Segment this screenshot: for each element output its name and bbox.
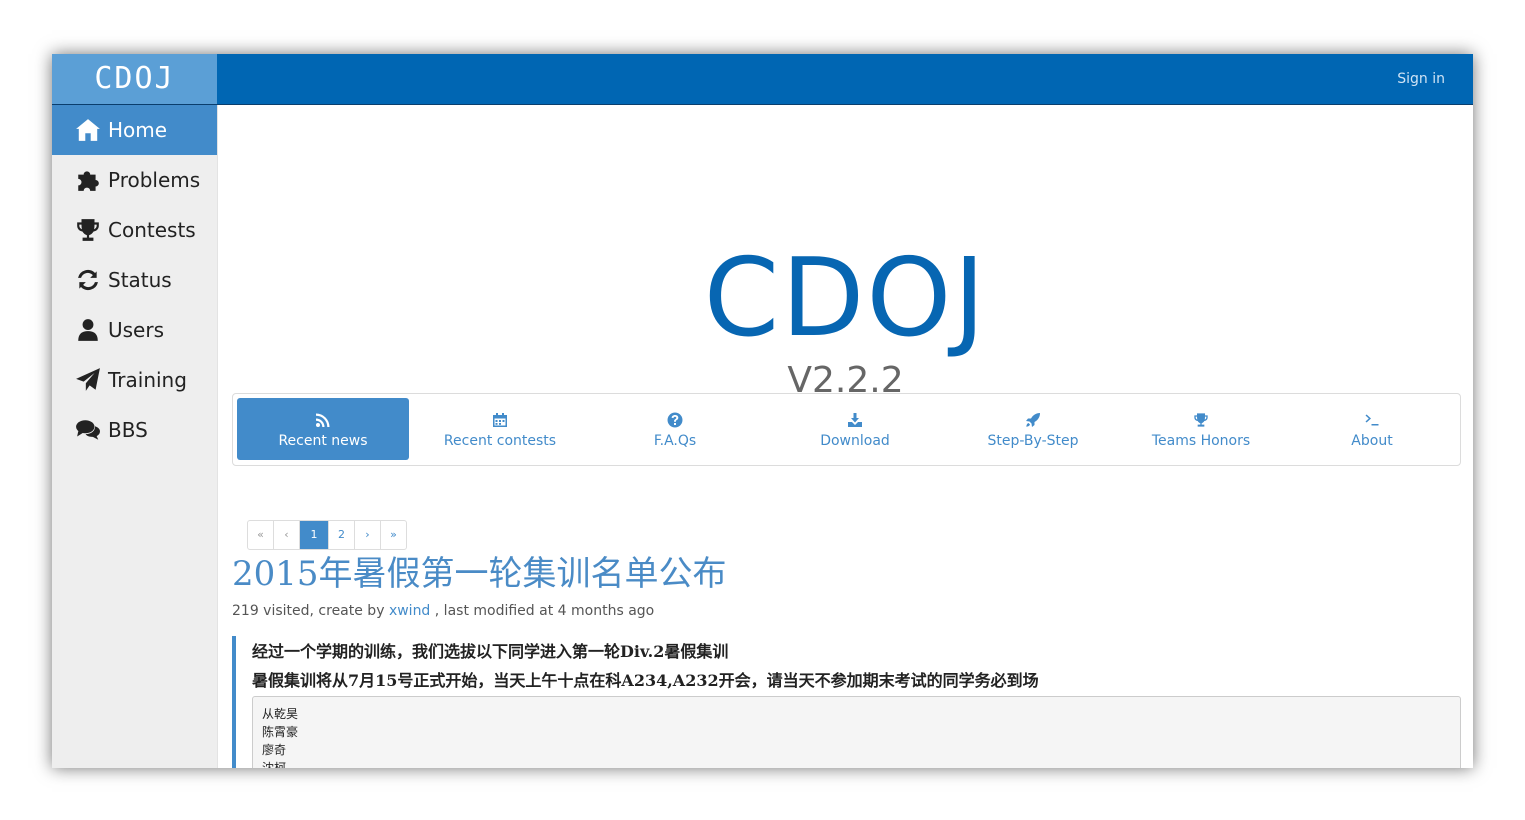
sidebar-item-label: Status	[108, 268, 172, 292]
post-meta-prefix: 219 visited, create by	[232, 603, 385, 619]
sidebar-item-training[interactable]: Training	[52, 355, 217, 405]
sidebar-item-users[interactable]: Users	[52, 305, 217, 355]
tab-faqs[interactable]: F.A.Qs	[589, 398, 761, 460]
tab-recent-contests[interactable]: Recent contests	[414, 398, 586, 460]
tab-step-by-step[interactable]: Step-By-Step	[947, 398, 1119, 460]
tab-label: Download	[820, 432, 890, 449]
name-list-item: 陈霄豪	[262, 725, 299, 739]
sidebar-item-contests[interactable]: Contests	[52, 205, 217, 255]
sidebar-item-problems[interactable]: Problems	[52, 155, 217, 205]
tab-label: About	[1351, 432, 1393, 449]
sidebar-item-label: BBS	[108, 418, 148, 442]
tab-label: F.A.Qs	[653, 432, 697, 449]
pagination-page-2[interactable]: 2	[329, 521, 355, 549]
tab-teams-honors[interactable]: Teams Honors	[1115, 398, 1287, 460]
sidebar-item-home[interactable]: Home	[52, 105, 217, 155]
post-body: 经过一个学期的训练，我们选拔以下同学进入第一轮Div.2暑假集训 暑假集训将从7…	[232, 636, 1463, 768]
post-author-link[interactable]: xwind	[389, 603, 430, 619]
sidebar-item-label: Training	[108, 368, 187, 392]
user-icon	[74, 316, 102, 344]
pagination-first[interactable]: «	[248, 521, 274, 549]
pagination-prev[interactable]: ‹	[274, 521, 300, 549]
post-meta: 219 visited, create by xwind , last modi…	[232, 603, 654, 619]
post-meta-suffix: , last modified at 4 months ago	[434, 603, 655, 619]
question-circle-icon	[667, 410, 683, 430]
sidebar: Home Problems Contests Status Users Trai…	[52, 105, 218, 768]
rss-icon	[315, 410, 331, 430]
home-tabs: Recent news Recent contests F.A.Qs Downl…	[232, 393, 1461, 466]
terminal-icon	[1364, 410, 1380, 430]
sidebar-item-bbs[interactable]: BBS	[52, 405, 217, 455]
tab-label: Teams Honors	[1151, 432, 1251, 449]
top-navbar: CDOJ Sign in	[52, 54, 1473, 105]
rocket-icon	[1025, 410, 1041, 430]
tab-recent-news[interactable]: Recent news	[237, 398, 409, 460]
sidebar-item-status[interactable]: Status	[52, 255, 217, 305]
sidebar-item-label: Contests	[108, 218, 196, 242]
sign-in-link[interactable]: Sign in	[1397, 54, 1445, 104]
tab-about[interactable]: About	[1286, 398, 1458, 460]
tab-download[interactable]: Download	[769, 398, 941, 460]
refresh-icon	[74, 266, 102, 294]
trophy-icon	[1193, 410, 1209, 430]
name-list-box: 从乾昊 陈霄豪 廖奇 沈柯	[252, 696, 1461, 768]
pagination: « ‹ 1 2 › »	[247, 520, 407, 550]
name-list-item: 从乾昊	[262, 707, 299, 721]
app-window: CDOJ Sign in Home Problems Contests Stat…	[52, 54, 1473, 768]
post-title[interactable]: 2015年暑假第一轮集训名单公布	[232, 552, 727, 596]
hero-title: CDOJ	[703, 236, 988, 361]
main-content: CDOJ V2.2.2 Recent news Recent contests …	[218, 105, 1473, 768]
puzzle-icon	[74, 166, 102, 194]
post-paragraph: 暑假集训将从7月15号正式开始，当天上午十点在科A234,A232开会，请当天不…	[252, 671, 1039, 690]
sidebar-item-label: Home	[108, 118, 168, 142]
brand-logo[interactable]: CDOJ	[52, 54, 217, 104]
calendar-icon	[492, 410, 508, 430]
tab-label: Recent contests	[443, 432, 557, 449]
name-list-item: 廖奇	[262, 743, 287, 757]
tab-label: Recent news	[278, 432, 368, 449]
tab-label: Step-By-Step	[987, 432, 1079, 449]
pagination-last[interactable]: »	[381, 521, 406, 549]
name-list-item: 沈柯	[262, 761, 287, 768]
sidebar-item-label: Problems	[108, 168, 201, 192]
pagination-page-1[interactable]: 1	[300, 521, 329, 549]
home-icon	[74, 116, 102, 144]
pagination-next[interactable]: ›	[355, 521, 381, 549]
paper-plane-icon	[74, 366, 102, 394]
download-icon	[847, 410, 863, 430]
trophy-icon	[74, 216, 102, 244]
sidebar-item-label: Users	[108, 318, 165, 342]
comments-icon	[74, 416, 102, 444]
post-paragraph: 经过一个学期的训练，我们选拔以下同学进入第一轮Div.2暑假集训	[252, 642, 729, 661]
